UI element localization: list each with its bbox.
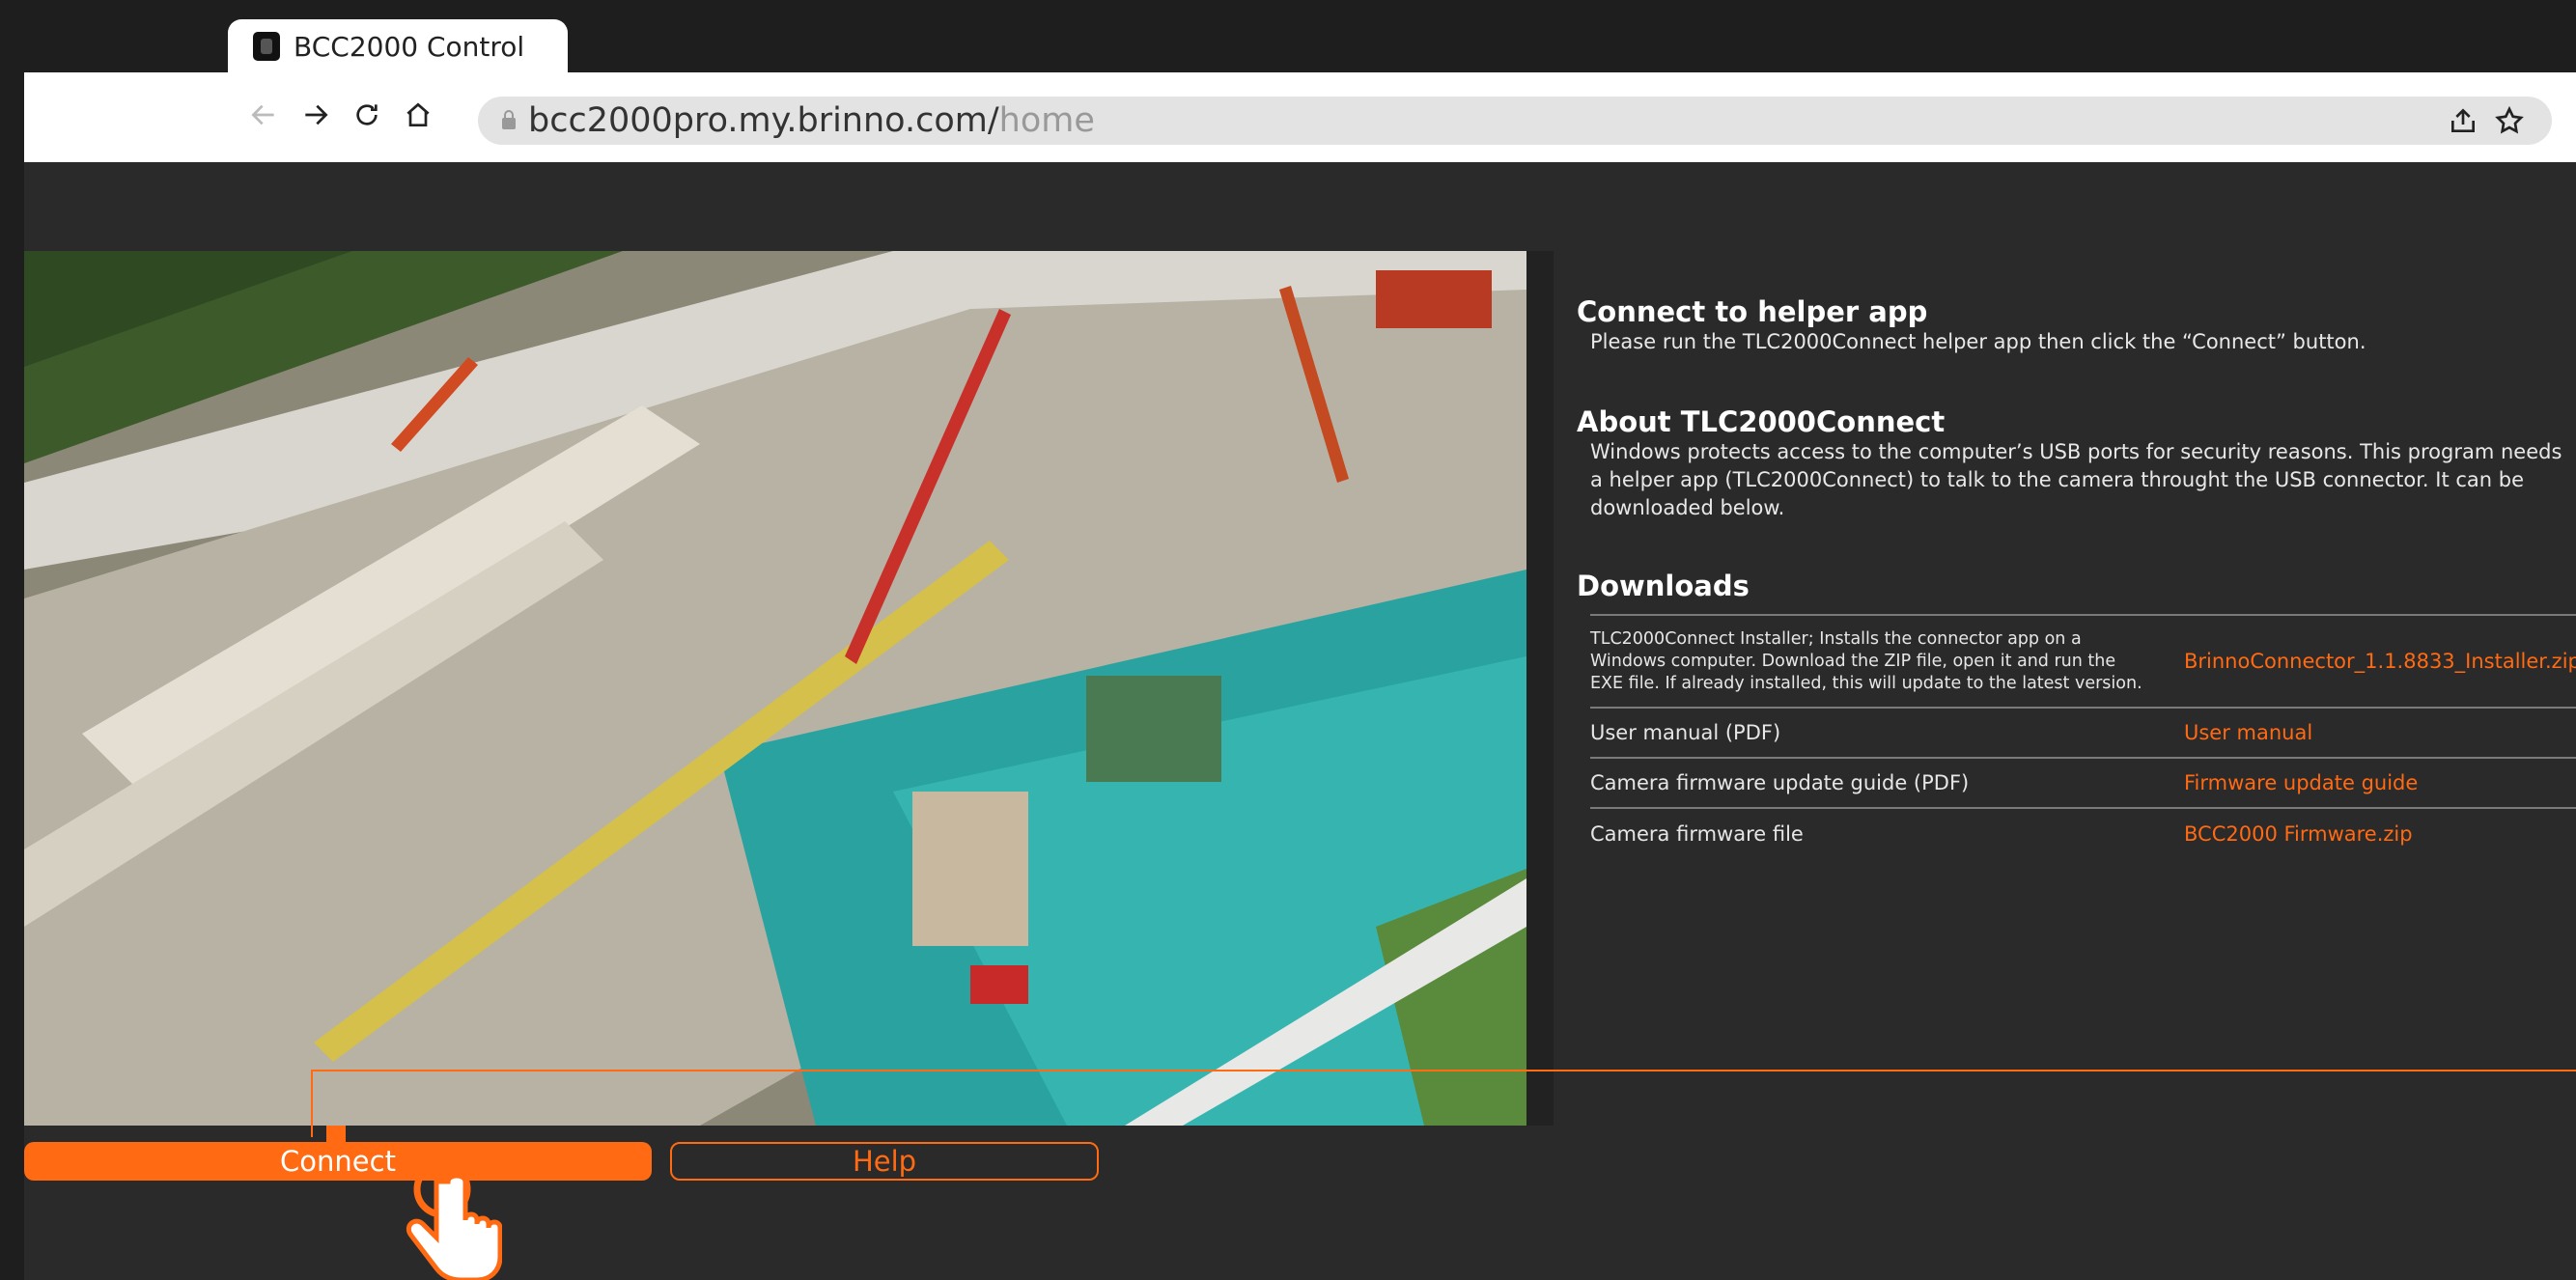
url-path: home — [998, 101, 1095, 140]
forward-arrow-icon[interactable] — [294, 94, 337, 136]
connect-button[interactable]: Connect — [24, 1142, 652, 1181]
firmware-guide-link[interactable]: Firmware update guide — [2184, 757, 2576, 808]
installer-link[interactable]: BrinnoConnector_1.1.8833_Installer.zip — [2184, 614, 2576, 708]
table-row: Camera firmware file BCC2000 Firmware.zi… — [1590, 807, 2576, 858]
url-host: bcc2000pro.my.brinno.com/ — [528, 101, 999, 140]
installer-link-text[interactable]: BrinnoConnector_1.1.8833_Installer.zip — [2184, 650, 2576, 673]
user-manual-link-text[interactable]: User manual — [2184, 721, 2312, 744]
divider — [1526, 251, 1554, 1126]
downloads-table: TLC2000Connect Installer; Installs the c… — [1590, 614, 2576, 858]
star-icon[interactable] — [2494, 105, 2525, 136]
help-button[interactable]: Help — [670, 1142, 1099, 1181]
tab-title: BCC2000 Control — [294, 30, 525, 63]
tab-strip: BCC2000 Control — [0, 0, 2576, 73]
info-panel: Connect to helper app Please run the TLC… — [1577, 251, 2576, 1126]
firmware-file-link[interactable]: BCC2000 Firmware.zip — [2184, 807, 2576, 858]
table-row: Camera firmware update guide (PDF) Firmw… — [1590, 757, 2576, 808]
table-row: User manual (PDF) User manual — [1590, 707, 2576, 758]
home-icon[interactable] — [397, 94, 439, 136]
hand-pointer-icon — [406, 1160, 502, 1280]
reload-icon[interactable] — [346, 94, 388, 136]
firmware-guide-link-text[interactable]: Firmware update guide — [2184, 771, 2418, 794]
page-content: Connect to helper app Please run the TLC… — [24, 162, 2576, 1280]
downloads-heading: Downloads — [1577, 570, 1750, 602]
share-icon[interactable] — [2448, 105, 2478, 136]
camera-favicon — [253, 32, 280, 61]
table-row: TLC2000Connect Installer; Installs the c… — [1590, 614, 2576, 708]
row-description: User manual (PDF) — [1590, 707, 2184, 758]
connect-heading: Connect to helper app — [1577, 295, 1928, 328]
connect-text: Please run the TLC2000Connect helper app… — [1590, 330, 2366, 353]
row-description: TLC2000Connect Installer; Installs the c… — [1590, 614, 2184, 708]
firmware-file-link-text[interactable]: BCC2000 Firmware.zip — [2184, 822, 2413, 846]
address-bar[interactable]: bcc2000pro.my.brinno.com/home — [478, 97, 2552, 145]
row-description: Camera firmware update guide (PDF) — [1590, 757, 2184, 808]
construction-site-photo — [24, 251, 1526, 1126]
highlight-line — [311, 1070, 2576, 1071]
user-manual-link[interactable]: User manual — [2184, 707, 2576, 758]
about-heading: About TLC2000Connect — [1577, 405, 1946, 438]
browser-toolbar: bcc2000pro.my.brinno.com/home — [24, 72, 2576, 162]
highlight-line-vertical — [311, 1070, 313, 1137]
about-text: Windows protects access to the computer’… — [1590, 440, 2562, 519]
back-arrow-icon[interactable] — [242, 94, 285, 136]
row-description: Camera firmware file — [1590, 807, 2184, 858]
lock-icon — [502, 110, 516, 129]
browser-tab[interactable]: BCC2000 Control — [228, 19, 568, 73]
